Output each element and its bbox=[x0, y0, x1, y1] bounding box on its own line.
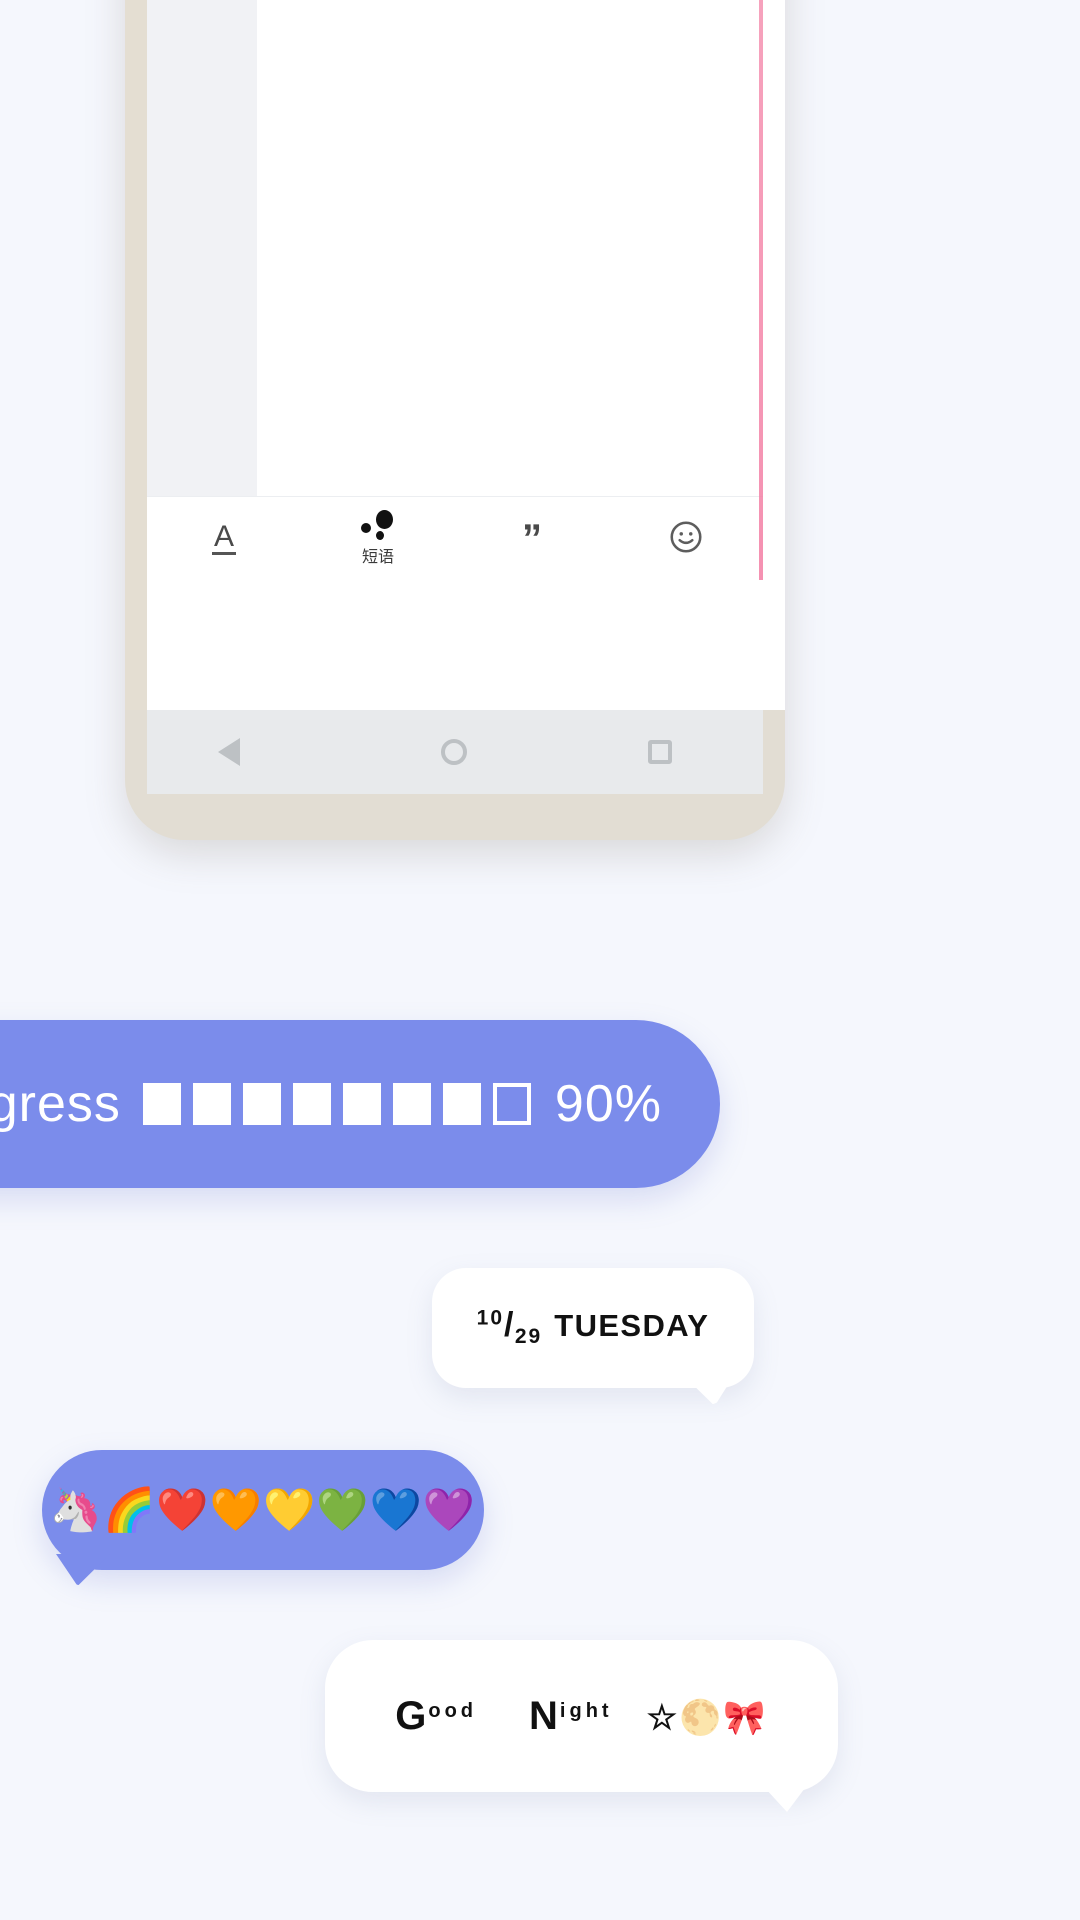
toolbar-button-font-style[interactable]: A bbox=[147, 522, 301, 555]
toolbar-label-phrases: 短语 bbox=[361, 549, 394, 566]
good-night-content: Good Night ☆🌕🎀 bbox=[395, 1694, 767, 1739]
home-circle-icon[interactable] bbox=[440, 739, 467, 765]
date-slash: / bbox=[504, 1306, 515, 1345]
keyboard-toolbar: A 短语 ” bbox=[147, 496, 763, 580]
good-word: Good bbox=[395, 1694, 477, 1739]
night-initial: N bbox=[529, 1693, 560, 1738]
progress-block-filled bbox=[192, 1083, 231, 1125]
phone-screen: Emoji 蝴蝶结 台词 ❄️ Happy New Year 🌿 bbox=[125, 0, 785, 710]
progress-bubble-content: rogress 90% bbox=[0, 1074, 662, 1134]
bubble-tail bbox=[56, 1554, 110, 1586]
phone-screen-edge-highlight bbox=[759, 0, 763, 580]
good-initial: G bbox=[395, 1693, 429, 1738]
date-month: 10 bbox=[476, 1307, 505, 1331]
date-bubble-content: 10/29 TUESDAY bbox=[477, 1306, 710, 1349]
night-word: Night bbox=[529, 1694, 613, 1739]
android-navigation-bar bbox=[147, 710, 763, 794]
toolbar-button-quotes[interactable]: ” bbox=[455, 519, 609, 559]
chat-bubble-date[interactable]: 10/29 TUESDAY bbox=[432, 1268, 754, 1406]
toolbar-button-phrases[interactable]: 短语 bbox=[301, 510, 455, 567]
progress-percent: 90% bbox=[554, 1075, 662, 1133]
progress-block-filled bbox=[292, 1083, 331, 1125]
chat-bubble-good-night[interactable]: Good Night ☆🌕🎀 bbox=[325, 1640, 838, 1812]
progress-label: rogress bbox=[0, 1075, 121, 1133]
quote-marks-icon: ” bbox=[522, 516, 542, 561]
progress-block-filled bbox=[342, 1083, 381, 1125]
recents-square-icon[interactable] bbox=[648, 740, 673, 764]
bubble-tail bbox=[680, 1372, 736, 1406]
keyboard-category-sidebar: Emoji 蝴蝶结 台词 bbox=[147, 0, 257, 496]
keyboard-phrase-panel: Emoji 蝴蝶结 台词 ❄️ Happy New Year 🌿 bbox=[147, 0, 763, 496]
screen-root: Emoji 蝴蝶结 台词 ❄️ Happy New Year 🌿 bbox=[0, 0, 1080, 1920]
toolbar-button-emoji[interactable] bbox=[609, 518, 763, 560]
progress-block-filled bbox=[392, 1083, 431, 1125]
emoji-row-content: 🦄🌈❤️🧡💛💚💙💜 bbox=[49, 1485, 477, 1533]
date-weekday: TUESDAY bbox=[554, 1308, 710, 1344]
bubble-tail bbox=[754, 1776, 814, 1812]
progress-bar bbox=[142, 1083, 531, 1125]
dots-cluster-icon bbox=[361, 510, 395, 540]
date-fraction: 10/29 bbox=[477, 1306, 543, 1349]
phone-left-bezel bbox=[125, 0, 147, 710]
progress-block-filled bbox=[242, 1083, 281, 1125]
chat-bubble-emoji-row[interactable]: 🦄🌈❤️🧡💛💚💙💜 bbox=[42, 1450, 484, 1586]
back-triangle-icon[interactable] bbox=[217, 738, 260, 766]
good-rest: ood bbox=[428, 1699, 478, 1722]
star-moon-icon: ☆🌕🎀 bbox=[646, 1698, 768, 1737]
smiley-face-icon bbox=[667, 518, 705, 560]
date-day: 29 bbox=[514, 1325, 543, 1349]
night-rest: ight bbox=[559, 1699, 613, 1722]
phone-mockup: Emoji 蝴蝶结 台词 ❄️ Happy New Year 🌿 bbox=[125, 0, 785, 840]
keyboard-phrase-list: ❄️ Happy New Year 🌿 Happy New Year ☺ HAP… bbox=[257, 0, 763, 496]
chat-bubble-progress[interactable]: rogress 90% bbox=[0, 1020, 720, 1188]
letter-a-underlined-icon: A bbox=[211, 520, 236, 555]
phone-bottom-bezel bbox=[125, 794, 785, 840]
progress-block-empty bbox=[492, 1083, 531, 1125]
progress-block-filled bbox=[442, 1083, 481, 1125]
progress-block-filled bbox=[142, 1083, 181, 1125]
